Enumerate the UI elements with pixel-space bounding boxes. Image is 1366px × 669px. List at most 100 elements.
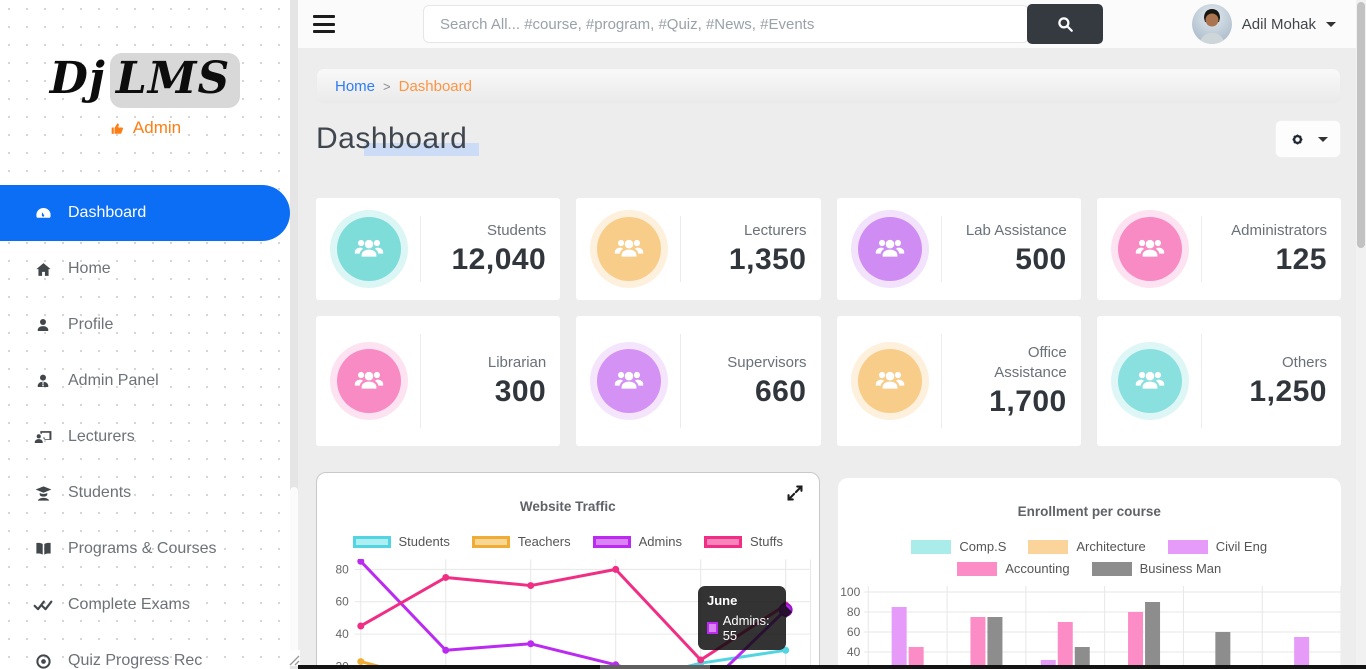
resize-gripper-icon[interactable] <box>286 650 300 666</box>
sidebar-item-quiz-progress[interactable]: Quiz Progress Rec <box>0 633 290 669</box>
breadcrumb-home-link[interactable]: Home <box>335 78 375 95</box>
users-group-icon <box>858 217 922 281</box>
legend-item-architecture[interactable]: Architecture <box>1028 539 1145 554</box>
settings-button[interactable] <box>1275 120 1341 158</box>
expand-icon[interactable] <box>785 483 807 505</box>
page-vertical-scrollbar[interactable] <box>1356 0 1366 669</box>
legend-label: Stuffs <box>750 534 783 549</box>
page-horizontal-scrollbar[interactable] <box>298 665 1366 669</box>
legend-swatch <box>1028 540 1068 554</box>
legend-label: Teachers <box>518 534 571 549</box>
legend-label: Students <box>399 534 450 549</box>
user-menu[interactable]: Adil Mohak <box>1192 4 1366 44</box>
graduate-icon <box>33 483 53 503</box>
stat-halo <box>330 342 408 420</box>
stat-card-lecturers: Lecturers1,350 <box>576 198 820 300</box>
legend-item-accounting[interactable]: Accounting <box>957 561 1069 576</box>
legend-item-teachers[interactable]: Teachers <box>472 534 571 549</box>
topbar: Adil Mohak <box>298 0 1366 48</box>
sidebar-item-label: Profile <box>68 316 113 334</box>
page-vertical-scrollbar-thumb[interactable] <box>1357 2 1365 248</box>
legend-label: Architecture <box>1076 539 1145 554</box>
legend-swatch <box>704 536 742 548</box>
sidebar-item-complete-exams[interactable]: Complete Exams <box>0 577 290 633</box>
sidebar-item-label: Lecturers <box>68 428 135 446</box>
stat-halo <box>590 210 668 288</box>
stat-label: Lab Assistance <box>966 221 1067 241</box>
legend-item-students[interactable]: Students <box>353 534 450 549</box>
sidebar-item-dashboard[interactable]: Dashboard <box>0 185 290 241</box>
users-group-icon <box>1118 349 1182 413</box>
legend-item-business-man[interactable]: Business Man <box>1092 561 1222 576</box>
legend-label: Business Man <box>1140 561 1222 576</box>
stat-halo <box>851 210 929 288</box>
sidebar-scrollbar[interactable] <box>290 0 298 669</box>
thumbs-up-icon <box>109 120 126 137</box>
stat-label: Administrators <box>1231 221 1327 241</box>
legend-item-civil-eng[interactable]: Civil Eng <box>1168 539 1267 554</box>
sidebar-item-label: Home <box>68 260 111 278</box>
stat-halo <box>1111 210 1189 288</box>
legend-swatch <box>1168 540 1208 554</box>
divider <box>420 216 421 282</box>
legend-swatch <box>1092 562 1132 576</box>
admin-role-link[interactable]: Admin <box>109 118 181 138</box>
sidebar-item-programs-courses[interactable]: Programs & Courses <box>0 521 290 577</box>
hamburger-menu-icon[interactable] <box>313 15 335 33</box>
sidebar-item-home[interactable]: Home <box>0 241 290 297</box>
svg-text:60: 60 <box>336 595 350 609</box>
divider <box>941 334 942 428</box>
chart-title: Website Traffic <box>317 499 819 514</box>
legend-swatch <box>472 536 510 548</box>
users-group-icon <box>597 217 661 281</box>
divider <box>1201 216 1202 282</box>
sidebar-item-lecturers[interactable]: Lecturers <box>0 409 290 465</box>
legend-item-stuffs[interactable]: Stuffs <box>704 534 783 549</box>
svg-text:60: 60 <box>846 625 860 639</box>
stat-value: 500 <box>954 243 1067 277</box>
sidebar-item-admin-panel[interactable]: Admin Panel <box>0 353 290 409</box>
enrollment-bar-chart[interactable]: 100806040 <box>838 584 1342 669</box>
enrollment-chart-card: Enrollment per course Comp.S Architecture… <box>838 478 1342 669</box>
legend-item-comp-s[interactable]: Comp.S <box>911 539 1006 554</box>
legend-label: Accounting <box>1005 561 1069 576</box>
home-icon <box>33 259 53 279</box>
sidebar-item-label: Complete Exams <box>68 596 190 614</box>
sidebar: DjLMS Admin Dashboard Home Profile <box>0 0 290 669</box>
stat-label: Students <box>487 221 546 241</box>
legend-item-admins[interactable]: Admins <box>593 534 682 549</box>
sidebar-item-students[interactable]: Students <box>0 465 290 521</box>
divider <box>680 216 681 282</box>
search-input[interactable] <box>423 5 1029 43</box>
stat-label: Supervisors <box>727 353 806 373</box>
search-icon <box>1056 15 1074 33</box>
double-check-icon <box>33 595 53 615</box>
breadcrumb-separator: > <box>383 79 391 94</box>
page-horizontal-scrollbar-thumb[interactable] <box>600 665 710 669</box>
search-button[interactable] <box>1027 4 1103 44</box>
sidebar-item-label: Dashboard <box>68 204 146 222</box>
stat-card-students: Students12,040 <box>316 198 560 300</box>
divider <box>680 334 681 428</box>
chart-title: Enrollment per course <box>838 504 1342 519</box>
title-row: Dashboard <box>316 120 1341 158</box>
sidebar-item-label: Students <box>68 484 131 502</box>
app-logo[interactable]: DjLMS <box>50 53 241 104</box>
sidebar-scrollbar-thumb[interactable] <box>290 487 298 655</box>
users-group-icon <box>1118 217 1182 281</box>
user-name: Adil Mohak <box>1242 16 1316 33</box>
breadcrumb-current: Dashboard <box>399 78 472 95</box>
stat-value: 660 <box>693 375 806 409</box>
stat-card-others: Others1,250 <box>1097 316 1341 446</box>
content: Home > Dashboard Dashboard Student <box>298 48 1366 669</box>
website-traffic-chart-card: Website Traffic StudentsTeachersAdminsSt… <box>316 472 820 669</box>
line-chart-legend: Students Teachers Admins Stuffs <box>329 534 807 549</box>
users-group-icon <box>858 349 922 413</box>
tooltip-swatch <box>707 622 718 634</box>
chevron-down-icon <box>1318 137 1328 142</box>
sidebar-item-label: Programs & Courses <box>68 540 217 558</box>
sidebar-item-profile[interactable]: Profile <box>0 297 290 353</box>
stat-value: 1,250 <box>1214 375 1327 409</box>
charts-row: Website Traffic StudentsTeachersAdminsSt… <box>316 472 1341 669</box>
lecturer-board-icon <box>33 427 53 447</box>
